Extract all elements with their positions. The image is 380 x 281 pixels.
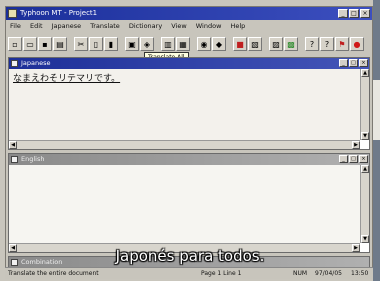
help-icon[interactable]: ? (305, 37, 319, 51)
arrow-icon[interactable]: ◆ (212, 37, 226, 51)
find-icon[interactable]: ▣ (125, 37, 139, 51)
open-icon[interactable]: ▭ (23, 37, 37, 51)
layout-icon[interactable]: ▨ (269, 37, 283, 51)
desktop-edge-light (373, 80, 380, 140)
pane-close-button[interactable]: × (359, 59, 368, 67)
status-time: 13:50 (351, 270, 369, 277)
scroll-left-icon[interactable]: ◀ (9, 141, 17, 149)
scroll-up-icon[interactable]: ▲ (361, 69, 369, 77)
menu-translate[interactable]: Translate (90, 22, 120, 30)
app-icon[interactable] (8, 9, 17, 18)
menu-file[interactable]: File (10, 22, 21, 30)
window-title: Typhoon MT - Project1 (20, 9, 98, 17)
scroll-down-icon[interactable]: ▼ (361, 132, 369, 140)
english-pane: English _ □ × ▲ ▼ ◀ ▶ (8, 153, 370, 253)
status-mode: NUM (293, 270, 308, 277)
english-pane-title-bar[interactable]: English _ □ × (9, 154, 369, 165)
japanese-pane: Japanese _ □ × なまえわそリテマリです。 ▲ ▼ ◀ ▶ (8, 57, 370, 150)
english-pane-title: English (21, 155, 45, 163)
status-message: Translate the entire document (8, 270, 99, 277)
toolbar: ▫ ▭ ▪ ▤ ✂ ▯ ▮ ▣ ◈ ▥ ▦ ◉ ◆ ■ ▧ ▨ ▩ ? ? ⚑ … (8, 34, 370, 54)
window-title-bar[interactable]: Typhoon MT - Project1 _ □ × (6, 7, 372, 20)
pane-maximize-button[interactable]: □ (349, 155, 358, 163)
dictionary-icon[interactable]: ■ (233, 37, 247, 51)
paste-icon[interactable]: ▮ (104, 37, 118, 51)
desktop-edge (373, 0, 380, 281)
pane-close-button[interactable]: × (359, 155, 368, 163)
japanese-text: なまえわそリテマリです。 (13, 74, 121, 84)
grid-icon[interactable]: ▩ (284, 37, 298, 51)
context-help-icon[interactable]: ? (320, 37, 334, 51)
japanese-pane-title: Japanese (21, 59, 51, 67)
scroll-up-icon[interactable]: ▲ (361, 165, 369, 173)
scroll-down-icon[interactable]: ▼ (361, 235, 369, 243)
vertical-scrollbar[interactable]: ▲ ▼ (360, 165, 369, 243)
scroll-right-icon[interactable]: ▶ (352, 141, 360, 149)
maximize-button[interactable]: □ (349, 9, 359, 18)
menu-window[interactable]: Window (196, 22, 222, 30)
vertical-scrollbar[interactable]: ▲ ▼ (360, 69, 369, 140)
print-icon[interactable]: ▤ (53, 37, 67, 51)
menu-help[interactable]: Help (230, 22, 245, 30)
status-bar: Translate the entire document Page 1 Lin… (5, 267, 373, 279)
translate-sentence-icon[interactable]: ▥ (161, 37, 175, 51)
document-icon (11, 60, 18, 67)
cut-icon[interactable]: ✂ (74, 37, 88, 51)
edit-dictionary-icon[interactable]: ▧ (248, 37, 262, 51)
document-icon (11, 156, 18, 163)
status-date: 97/04/05 (315, 270, 342, 277)
copy-icon[interactable]: ▯ (89, 37, 103, 51)
japanese-text-area[interactable]: なまえわそリテマリです。 (9, 69, 360, 140)
pane-minimize-button[interactable]: _ (339, 59, 348, 67)
pane-minimize-button[interactable]: _ (339, 155, 348, 163)
flag-icon[interactable]: ⚑ (335, 37, 349, 51)
minimize-button[interactable]: _ (338, 9, 348, 18)
status-position: Page 1 Line 1 (201, 270, 242, 277)
horizontal-scrollbar[interactable]: ◀ ▶ (9, 140, 360, 149)
new-icon[interactable]: ▫ (8, 37, 22, 51)
menu-japanese[interactable]: Japanese (52, 22, 82, 30)
translate-all-icon[interactable]: ◈ (140, 37, 154, 51)
binoculars-icon[interactable]: ◉ (197, 37, 211, 51)
pane-maximize-button[interactable]: □ (349, 59, 358, 67)
english-text-area[interactable] (9, 165, 360, 243)
menu-edit[interactable]: Edit (30, 22, 43, 30)
japanese-pane-title-bar[interactable]: Japanese _ □ × (9, 58, 369, 69)
menu-view[interactable]: View (171, 22, 186, 30)
menu-dictionary[interactable]: Dictionary (129, 22, 162, 30)
stop-icon[interactable]: ● (350, 37, 364, 51)
book-icon[interactable]: ▦ (176, 37, 190, 51)
menu-bar: File Edit Japanese Translate Dictionary … (6, 21, 372, 32)
video-subtitle: Japonés para todos. (115, 247, 265, 265)
close-button[interactable]: × (360, 9, 370, 18)
save-icon[interactable]: ▪ (38, 37, 52, 51)
